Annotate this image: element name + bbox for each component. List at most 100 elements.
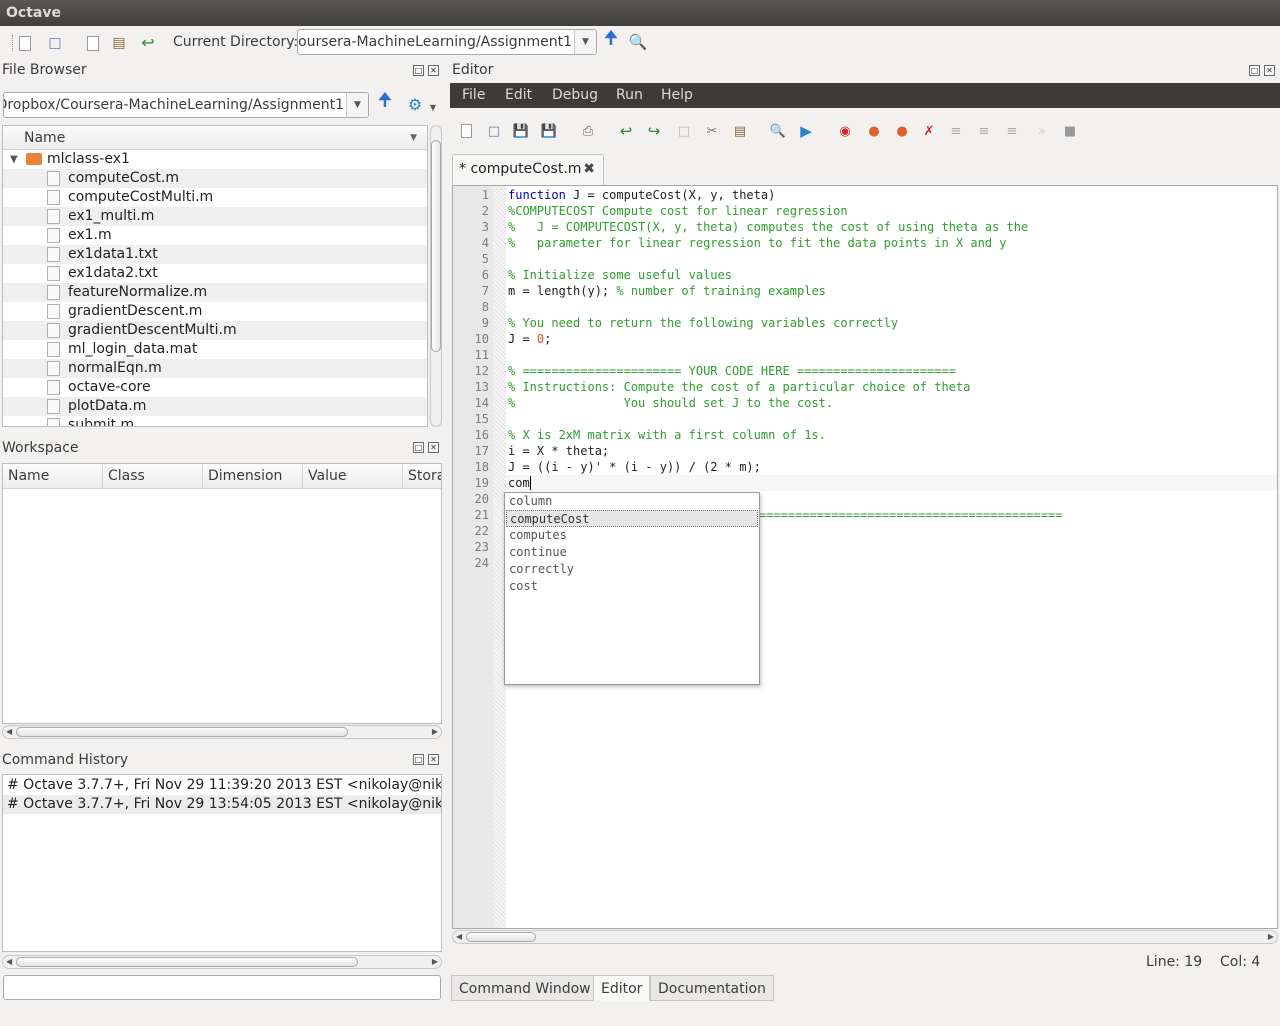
close-icon[interactable]: ✕ [428,442,439,453]
menu-edit[interactable]: Edit [505,87,532,103]
toggle-breakpoint-icon[interactable]: ◉ [837,123,853,139]
browse-directory-icon[interactable]: 🔍 [629,33,648,51]
close-icon[interactable]: ✕ [428,65,439,76]
file-row[interactable]: gradientDescentMulti.m [3,321,427,340]
file-row[interactable]: computeCost.m [3,169,427,188]
autocomplete-item[interactable]: continue [506,544,758,561]
chevron-down-icon[interactable]: ▼ [424,98,442,116]
file-row[interactable]: computeCostMulti.m [3,188,427,207]
close-icon[interactable]: ✖ [583,155,595,184]
close-icon[interactable]: ✕ [428,754,439,765]
file-row[interactable]: ex1.m [3,226,427,245]
scroll-left-icon[interactable]: ◀ [456,931,462,943]
scroll-left-icon[interactable]: ◀ [6,726,12,738]
copy-icon[interactable]: □ [676,123,692,139]
file-row[interactable]: ex1data2.txt [3,264,427,283]
save-as-icon[interactable]: 💾 [541,123,557,139]
settings-gear-icon[interactable]: ⚙ [406,95,424,114]
file-row[interactable]: submit.m [3,416,427,426]
editor-hscrollbar[interactable]: ◀ ▶ [452,930,1278,944]
run-icon[interactable]: ▶ [798,122,814,140]
menu-debug[interactable]: Debug [552,87,598,103]
tab-editor[interactable]: Editor [593,975,651,1001]
paste-icon[interactable]: ▤ [732,123,748,139]
autocomplete-item[interactable]: computes [506,527,758,544]
parent-directory-icon[interactable]: 🠉 [602,28,620,50]
file-row[interactable]: octave-core [3,378,427,397]
copy-button[interactable] [84,34,102,52]
scrollbar-thumb[interactable] [431,140,441,352]
undock-icon[interactable]: □ [413,442,424,453]
line-number: 18 [474,460,489,474]
paste-button[interactable]: ▤ [110,34,128,52]
scroll-right-icon[interactable]: ▶ [432,726,438,738]
open-file-button[interactable]: □ [46,34,64,52]
previous-breakpoint-icon[interactable]: ● [894,123,910,139]
file-row[interactable]: gradientDescent.m [3,302,427,321]
tab-computecost[interactable]: * computeCost.m ✖ [452,154,604,185]
continue-icon[interactable]: » [1034,123,1050,139]
history-filter-input[interactable] [3,975,441,1000]
autocomplete-item[interactable]: column [506,493,758,510]
workspace-column-class[interactable]: Class [103,464,203,489]
remove-breakpoints-icon[interactable]: ✗ [921,123,937,139]
quit-debug-icon[interactable]: ■ [1062,123,1078,139]
new-file-icon[interactable] [458,123,474,139]
history-entry[interactable]: # Octave 3.7.7+, Fri Nov 29 13:54:05 201… [3,795,441,814]
expand-arrow-icon[interactable]: ▼ [10,150,18,169]
open-file-icon[interactable]: □ [486,123,502,139]
folder-row[interactable]: ▼ mlclass-ex1 [3,150,427,169]
menu-file[interactable]: File [462,87,485,103]
scroll-left-icon[interactable]: ◀ [6,956,12,968]
undo-icon[interactable]: ↩ [139,33,157,52]
undo-icon[interactable]: ↩ [618,122,634,140]
workspace-column-name[interactable]: Name [3,464,103,489]
chevron-down-icon[interactable]: ▼ [574,30,596,54]
file-row[interactable]: plotData.m [3,397,427,416]
undock-icon[interactable]: □ [413,754,424,765]
step-out-icon[interactable]: ≡ [1004,123,1020,139]
next-breakpoint-icon[interactable]: ● [866,123,882,139]
workspace-column-dimension[interactable]: Dimension [203,464,303,489]
window-title: Octave [0,0,1280,26]
parent-directory-icon[interactable]: 🠉 [376,90,394,112]
scroll-right-icon[interactable]: ▶ [1268,931,1274,943]
history-hscrollbar[interactable]: ◀ ▶ [2,955,442,969]
undock-icon[interactable]: □ [1249,65,1260,76]
file-tree-header[interactable]: Name ▼ [3,126,427,150]
cut-icon[interactable]: ✂ [704,123,720,139]
file-row[interactable]: ml_login_data.mat [3,340,427,359]
workspace-hscrollbar[interactable]: ◀ ▶ [2,725,442,739]
print-icon[interactable]: ⎙ [580,123,596,139]
tab-documentation[interactable]: Documentation [650,975,774,1001]
step-over-icon[interactable]: ≡ [948,123,964,139]
autocomplete-item[interactable]: correctly [506,561,758,578]
scrollbar-thumb[interactable] [466,932,536,942]
file-row[interactable]: normalEqn.m [3,359,427,378]
find-icon[interactable]: 🔍 [770,123,786,139]
scrollbar-thumb[interactable] [16,727,348,737]
new-script-button[interactable] [16,34,34,52]
save-icon[interactable]: 💾 [513,123,529,139]
workspace-column-value[interactable]: Value [303,464,403,489]
undock-icon[interactable]: □ [413,65,424,76]
file-row[interactable]: featureNormalize.m [3,283,427,302]
autocomplete-item-selected[interactable]: computeCost [506,510,758,527]
tab-command-window[interactable]: Command Window [451,975,599,1001]
chevron-down-icon[interactable]: ▼ [346,93,368,117]
workspace-column-storage[interactable]: Storage [403,464,441,489]
file-tree-scrollbar[interactable] [430,125,442,427]
menu-run[interactable]: Run [616,87,643,103]
history-entry[interactable]: # Octave 3.7.7+, Fri Nov 29 11:39:20 201… [3,776,441,795]
step-in-icon[interactable]: ≡ [976,123,992,139]
file-browser-path-combo[interactable]: ~/Dropbox/Coursera-MachineLearning/Assig… [3,92,369,118]
file-row[interactable]: ex1data1.txt [3,245,427,264]
close-icon[interactable]: ✕ [1264,65,1275,76]
current-directory-combo[interactable]: ~/Coursera-MachineLearning/Assignment1 ▼ [297,29,597,55]
redo-icon[interactable]: ↪ [646,122,662,140]
autocomplete-item[interactable]: cost [506,578,758,595]
menu-help[interactable]: Help [661,87,693,103]
scroll-right-icon[interactable]: ▶ [432,956,438,968]
file-row[interactable]: ex1_multi.m [3,207,427,226]
scrollbar-thumb[interactable] [16,957,358,967]
